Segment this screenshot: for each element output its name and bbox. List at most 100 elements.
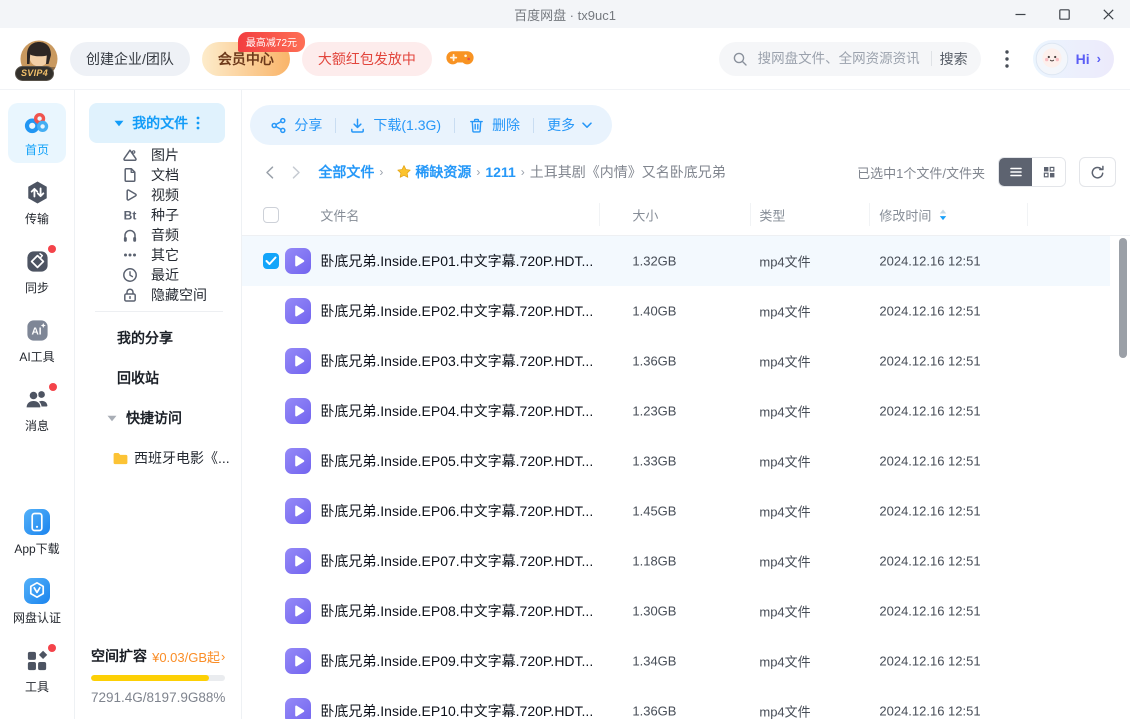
grid-view-icon [1041,164,1057,180]
sidebar-item-documents[interactable]: 文档 [75,165,241,185]
storage-usage: 7291.4G/8197.9G [91,690,198,705]
breadcrumb-separator: › [379,165,383,179]
row-checkbox[interactable] [263,253,279,269]
mascot-avatar [1035,42,1069,76]
list-view-button[interactable] [999,158,1032,186]
user-avatar[interactable]: SVIP4 [20,40,58,78]
back-button[interactable] [256,166,283,179]
sidebar-item-torrents[interactable]: Bt种子 [75,205,241,225]
table-row[interactable]: 卧底兄弟.Inside.EP03.中文字幕.720P.HDT...1.36GBm… [242,336,1110,386]
table-row[interactable]: 卧底兄弟.Inside.EP01.中文字幕.720P.HDT...1.32GBm… [242,236,1110,286]
sidebar-item-recent[interactable]: 最近 [75,265,241,285]
file-name[interactable]: 卧底兄弟.Inside.EP01.中文字幕.720P.HDT... [320,251,593,271]
secondary-sidebar: 我的文件 图片文档视频Bt种子音频其它最近隐藏空间 我的分享 回收站 快捷访问 … [75,90,242,719]
my-files-label: 我的文件 [132,113,188,133]
share-button[interactable]: 分享 [270,115,322,135]
column-header-type[interactable]: 类型 [759,205,785,224]
refresh-button[interactable] [1079,157,1116,187]
other-icon [121,246,139,264]
storage-progress-fill [91,675,209,681]
create-team-button[interactable]: 创建企业/团队 [70,42,190,76]
search-input[interactable] [756,50,923,67]
file-name[interactable]: 卧底兄弟.Inside.EP03.中文字幕.720P.HDT... [320,351,593,371]
column-header-modified[interactable]: 修改时间 [879,205,947,224]
storage-expand-link[interactable]: ¥0.03/GB起› [152,647,225,666]
more-actions-button[interactable]: 更多 [547,115,592,135]
file-modified: 2024.12.16 12:51 [879,354,980,369]
file-name[interactable]: 卧底兄弟.Inside.EP06.中文字幕.720P.HDT... [320,501,593,521]
sidebar-item-my-files[interactable]: 我的文件 [89,103,225,143]
maximize-button[interactable] [1042,0,1086,28]
file-name[interactable]: 卧底兄弟.Inside.EP04.中文字幕.720P.HDT... [320,401,593,421]
folder-icon [112,451,129,466]
chevron-right-icon [292,166,301,179]
download-button[interactable]: 下载(1.3G) [349,115,441,135]
forward-button[interactable] [283,166,310,179]
column-header-size[interactable]: 大小 [632,205,658,224]
body: 首页传输同步 AIAI工具消息 App下载网盘认证工具 我的文件 图片文档视频Bt… [0,90,1130,719]
file-name[interactable]: 卧底兄弟.Inside.EP08.中文字幕.720P.HDT... [320,601,593,621]
breadcrumb-link-rare-resources[interactable]: 稀缺资源 [415,162,471,182]
nav-item-ai-tools[interactable]: AIAI工具 [8,310,66,370]
file-type: mp4文件 [759,552,810,571]
sidebar-item-audio[interactable]: 音频 [75,225,241,245]
video-icon [121,186,139,204]
video-file-icon [285,698,311,719]
close-button[interactable] [1086,0,1130,28]
column-header-name[interactable]: 文件名 [320,205,359,224]
game-center-button[interactable] [446,48,474,70]
sidebar-item-quick-access[interactable]: 快捷访问 [75,398,241,438]
sort-icon[interactable] [939,209,947,220]
file-size: 1.32GB [632,254,676,269]
nav-item-label: 网盘认证 [13,609,61,626]
file-name[interactable]: 卧底兄弟.Inside.EP05.中文字幕.720P.HDT... [320,451,593,471]
nav-item-verify[interactable]: 网盘认证 [8,571,66,631]
file-type: mp4文件 [759,302,810,321]
select-all-checkbox[interactable] [263,207,279,223]
delete-button[interactable]: 删除 [468,115,520,135]
grid-view-button[interactable] [1032,158,1065,186]
file-name[interactable]: 卧底兄弟.Inside.EP02.中文字幕.720P.HDT... [320,301,593,321]
nav-item-sync[interactable]: 同步 [8,241,66,301]
file-name[interactable]: 卧底兄弟.Inside.EP09.中文字幕.720P.HDT... [320,651,593,671]
nav-item-messages[interactable]: 消息 [8,379,66,439]
table-row[interactable]: 卧底兄弟.Inside.EP05.中文字幕.720P.HDT...1.33GBm… [242,436,1110,486]
table-row[interactable]: 卧底兄弟.Inside.EP10.中文字幕.720P.HDT...1.36GBm… [242,686,1110,719]
sidebar-item-hidden-space[interactable]: 隐藏空间 [75,285,241,305]
nav-item-transfer[interactable]: 传输 [8,172,66,232]
sidebar-item-quick-folder[interactable]: 西班牙电影《... [75,438,241,478]
file-modified: 2024.12.16 12:51 [879,654,980,669]
sidebar-item-images[interactable]: 图片 [75,145,241,165]
minimize-button[interactable] [998,0,1042,28]
red-packet-button[interactable]: 大额红包发放中 [302,42,432,76]
file-size: 1.34GB [632,654,676,669]
download-icon [349,117,366,134]
table-row[interactable]: 卧底兄弟.Inside.EP02.中文字幕.720P.HDT...1.40GBm… [242,286,1110,336]
scrollbar-thumb[interactable] [1119,238,1127,358]
file-name[interactable]: 卧底兄弟.Inside.EP07.中文字幕.720P.HDT... [320,551,593,571]
kebab-icon [1005,50,1009,68]
sidebar-item-my-shares[interactable]: 我的分享 [75,318,241,358]
nav-item-home[interactable]: 首页 [8,103,66,163]
nav-item-tools[interactable]: 工具 [8,640,66,700]
file-name[interactable]: 卧底兄弟.Inside.EP10.中文字幕.720P.HDT... [320,701,593,719]
more-menu-button[interactable] [993,49,1021,69]
nav-item-app-download[interactable]: App下载 [8,502,66,562]
table-row[interactable]: 卧底兄弟.Inside.EP08.中文字幕.720P.HDT...1.30GBm… [242,586,1110,636]
table-row[interactable]: 卧底兄弟.Inside.EP06.中文字幕.720P.HDT...1.45GBm… [242,486,1110,536]
breadcrumb-link-all-files[interactable]: 全部文件 [318,162,374,182]
table-row[interactable]: 卧底兄弟.Inside.EP07.中文字幕.720P.HDT...1.18GBm… [242,536,1110,586]
kebab-icon[interactable] [196,116,200,130]
table-row[interactable]: 卧底兄弟.Inside.EP09.中文字幕.720P.HDT...1.34GBm… [242,636,1110,686]
breadcrumb-link-1211[interactable]: 1211 [485,164,515,180]
torrent-icon: Bt [121,206,139,224]
table-header: 文件名 大小 类型 修改时间 [242,194,1130,236]
assistant-greeting-button[interactable]: Hi › [1033,40,1114,78]
breadcrumb-current: 土耳其剧《内情》又名卧底兄弟 [530,162,726,182]
file-type: mp4文件 [759,352,810,371]
sidebar-item-recycle-bin[interactable]: 回收站 [75,358,241,398]
search-button[interactable]: 搜索 [940,49,968,69]
table-row[interactable]: 卧底兄弟.Inside.EP04.中文字幕.720P.HDT...1.23GBm… [242,386,1110,436]
sidebar-item-videos[interactable]: 视频 [75,185,241,205]
sidebar-item-other[interactable]: 其它 [75,245,241,265]
